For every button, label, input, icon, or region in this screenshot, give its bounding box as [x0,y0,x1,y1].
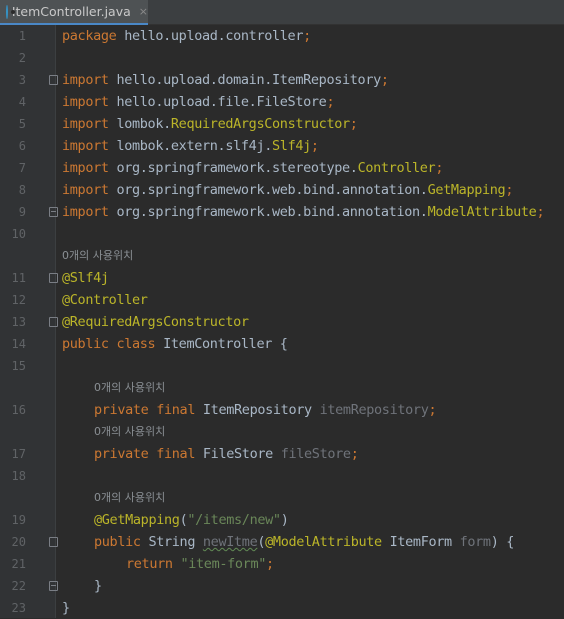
code-line: 4 import hello.upload.file.FileStore; [0,91,564,113]
code-line: 2 [0,47,564,69]
tab-item-controller[interactable]: ItemController.java × [0,0,148,25]
code-text: @GetMapping("/items/new") [94,512,289,528]
code-text: import lombok.extern.slf4j.Slf4j; [62,138,319,154]
code-text: import hello.upload.domain.ItemRepositor… [62,72,389,88]
code-text: @Controller [62,292,148,308]
code-text: public String newItme(@ModelAttribute It… [94,534,515,550]
code-line: 7 import org.springframework.stereotype.… [0,157,564,179]
usage-hint[interactable]: 0개의 사용위치 [94,487,165,509]
editor-tab-bar: ItemController.java × [0,0,564,25]
line-number: 12 [11,293,26,307]
line-number: 7 [18,161,26,175]
java-class-icon [6,4,15,19]
code-line: 1 package hello.upload.controller; [0,25,564,47]
code-text: import hello.upload.file.FileStore; [62,94,335,110]
line-number: 18 [11,469,26,483]
code-line: 14 public class ItemController { [0,333,564,355]
code-text: import org.springframework.web.bind.anno… [62,182,514,198]
line-number: 22 [11,579,26,593]
code-line: 20 public String newItme(@ModelAttribute… [0,531,564,553]
line-number: 23 [11,601,26,615]
fold-icon[interactable] [49,581,58,591]
code-line: 9 import org.springframework.web.bind.an… [0,201,564,223]
code-line: 15 [0,355,564,377]
line-number: 13 [11,315,26,329]
line-number: 9 [18,205,26,219]
line-number: 1 [18,29,26,43]
code-text: return "item-form"; [126,556,274,572]
fold-icon[interactable] [49,75,58,85]
line-number: 6 [18,139,26,153]
line-number: 4 [18,95,26,109]
code-text: private final FileStore fileStore; [94,446,359,462]
code-line: 8 import org.springframework.web.bind.an… [0,179,564,201]
code-text: @Slf4j [62,270,109,286]
code-line: 5 import lombok.RequiredArgsConstructor; [0,113,564,135]
code-text: import org.springframework.web.bind.anno… [62,204,545,220]
code-line: 23 } [0,597,564,619]
code-line: 19 @GetMapping("/items/new") [0,509,564,531]
fold-icon[interactable] [49,207,58,217]
usage-hint[interactable]: 0개의 사용위치 [62,245,133,267]
code-line: 6 import lombok.extern.slf4j.Slf4j; [0,135,564,157]
fold-icon[interactable] [49,273,58,283]
fold-icon[interactable] [49,317,58,327]
code-editor[interactable]: 1 package hello.upload.controller; 2 3 i… [0,25,564,618]
code-line: 17 private final FileStore fileStore; [0,443,564,465]
line-number: 15 [11,359,26,373]
code-line: 13 @RequiredArgsConstructor [0,311,564,333]
code-line: 22 } [0,575,564,597]
code-text: @RequiredArgsConstructor [62,314,249,330]
close-icon[interactable]: × [139,5,148,18]
line-number: 10 [11,227,26,241]
code-text: import lombok.RequiredArgsConstructor; [62,116,358,132]
code-text: } [62,600,70,616]
code-text: } [94,578,102,594]
line-number: 16 [11,403,26,417]
code-line: 16 private final ItemRepository itemRepo… [0,399,564,421]
code-line: 12 @Controller [0,289,564,311]
code-text: public class ItemController { [62,336,288,352]
code-text: import org.springframework.stereotype.Co… [62,160,444,176]
line-number: 3 [18,73,26,87]
fold-icon[interactable] [49,537,58,547]
code-line: 21 return "item-form"; [0,553,564,575]
usage-hint[interactable]: 0개의 사용위치 [94,421,165,443]
line-number: 14 [11,337,26,351]
code-text: private final ItemRepository itemReposit… [94,402,437,418]
usage-hint[interactable]: 0개의 사용위치 [94,377,165,399]
line-number: 5 [18,117,26,131]
code-text: package hello.upload.controller; [62,28,311,44]
tab-label: ItemController.java [11,4,131,19]
method-name: newItme [202,534,258,550]
code-line: 18 [0,465,564,487]
code-line: 10 [0,223,564,245]
line-number: 21 [11,557,26,571]
line-number: 19 [11,513,26,527]
line-number: 17 [11,447,26,461]
line-number: 11 [11,271,26,285]
line-number: 8 [18,183,26,197]
line-number: 20 [11,535,26,549]
line-number: 2 [18,51,26,65]
code-line: 11 @Slf4j [0,267,564,289]
code-line: 3 import hello.upload.domain.ItemReposit… [0,69,564,91]
